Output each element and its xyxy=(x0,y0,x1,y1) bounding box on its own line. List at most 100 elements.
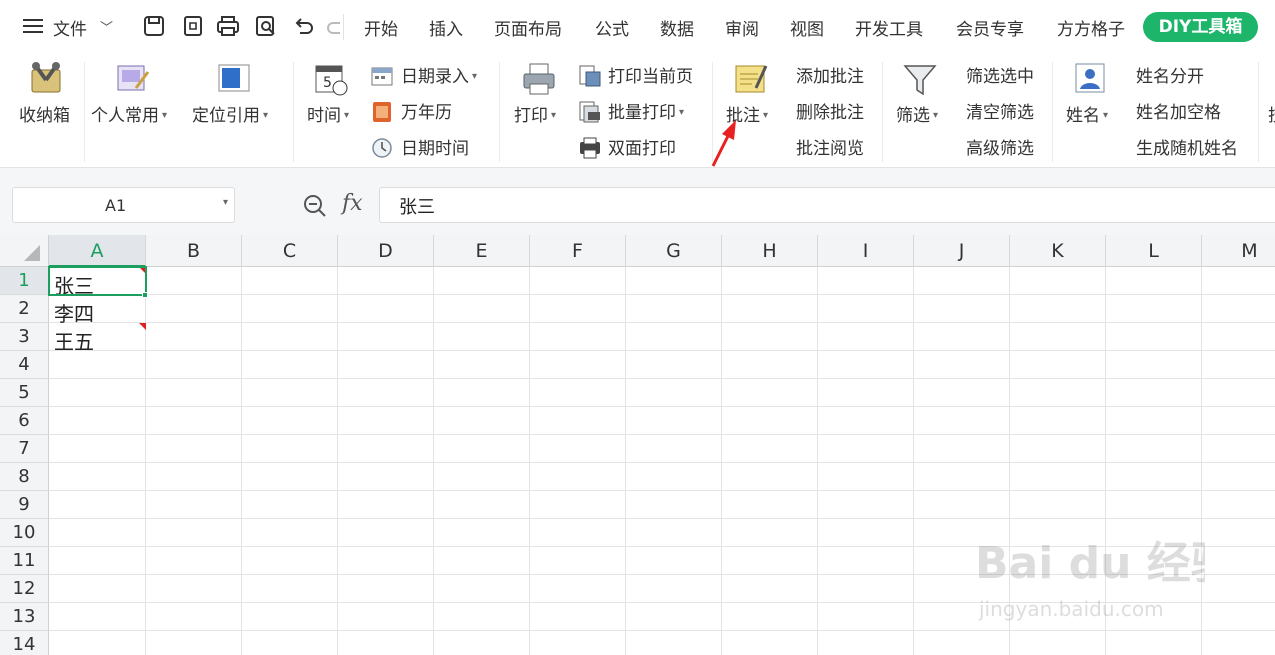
random-name-button[interactable]: 生成随机姓名 xyxy=(1136,138,1238,160)
dropdown-arrow-icon: ▾ xyxy=(472,71,478,82)
duplex-print-icon xyxy=(578,136,602,164)
row-header-8[interactable]: 8 xyxy=(0,463,49,491)
select-all-corner[interactable] xyxy=(0,235,49,267)
formula-input[interactable]: 张三 xyxy=(379,187,1275,223)
tab-developer[interactable]: 开发工具 xyxy=(855,15,923,40)
baidu-watermark: Bai du 经验 jingyan.baidu.com xyxy=(975,518,1235,632)
tab-review[interactable]: 审阅 xyxy=(725,15,759,40)
date-time-button[interactable]: 日期时间 xyxy=(401,138,469,160)
overflow-ribbon-item[interactable]: 技 xyxy=(1268,105,1275,127)
row-header-10[interactable]: 10 xyxy=(0,519,49,547)
tab-home[interactable]: 开始 xyxy=(364,15,398,40)
filter-selected-button[interactable]: 筛选选中 xyxy=(966,66,1034,88)
gridline xyxy=(241,267,242,655)
redo-icon[interactable] xyxy=(326,12,340,40)
row-header-11[interactable]: 11 xyxy=(0,547,49,575)
time-label: 时间 xyxy=(307,106,341,126)
fx-icon[interactable]: fx xyxy=(342,191,363,216)
ribbon: 收纳箱 个人常用 ▾ 定位引用 ▾ 5 时间 ▾ 日期录入 ▾ 万年历 日期时间 打印 ▾… xyxy=(0,56,1275,168)
name-add-space-button[interactable]: 姓名加空格 xyxy=(1136,102,1221,124)
advanced-filter-button[interactable]: 高级筛选 xyxy=(966,138,1034,160)
filter-button[interactable]: 筛选 ▾ xyxy=(896,105,938,127)
time-button[interactable]: 时间 ▾ xyxy=(307,105,349,127)
row-header-12[interactable]: 12 xyxy=(0,575,49,603)
column-header-L[interactable]: L xyxy=(1106,235,1202,267)
save-icon[interactable] xyxy=(141,12,167,40)
row-header-7[interactable]: 7 xyxy=(0,435,49,463)
print-current-page-button[interactable]: 打印当前页 xyxy=(608,66,693,88)
tab-data[interactable]: 数据 xyxy=(660,15,694,40)
row-header-9[interactable]: 9 xyxy=(0,491,49,519)
separator xyxy=(1052,62,1053,162)
column-header-F[interactable]: F xyxy=(530,235,626,267)
calendar-time-icon: 5 xyxy=(314,62,348,100)
zoom-icon[interactable] xyxy=(302,193,328,223)
column-header-I[interactable]: I xyxy=(818,235,914,267)
row-header-14[interactable]: 14 xyxy=(0,631,49,655)
tab-fangfang[interactable]: 方方格子 xyxy=(1057,15,1125,40)
row-header-13[interactable]: 13 xyxy=(0,603,49,631)
view-comments-button[interactable]: 批注阅览 xyxy=(796,138,864,160)
column-header-J[interactable]: J xyxy=(914,235,1010,267)
batch-print-button[interactable]: 批量打印 ▾ xyxy=(608,102,684,124)
personal-common-icon xyxy=(116,62,150,98)
dropdown-arrow-icon: ▾ xyxy=(162,110,168,121)
delete-comment-button[interactable]: 删除批注 xyxy=(796,102,864,124)
toolbox-button[interactable]: 收纳箱 xyxy=(19,105,70,127)
column-header-E[interactable]: E xyxy=(434,235,530,267)
tab-member[interactable]: 会员专享 xyxy=(956,15,1024,40)
row-header-1[interactable]: 1 xyxy=(0,267,49,295)
locate-reference-icon xyxy=(218,64,250,98)
personal-common-button[interactable]: 个人常用 ▾ xyxy=(91,105,167,127)
tab-page-layout[interactable]: 页面布局 xyxy=(494,15,562,40)
undo-icon[interactable] xyxy=(290,12,316,40)
fill-handle[interactable] xyxy=(142,292,148,298)
column-header-M[interactable]: M xyxy=(1202,235,1275,267)
column-header-G[interactable]: G xyxy=(626,235,722,267)
name-box-dropdown-icon[interactable]: ▾ xyxy=(223,197,228,208)
clear-filter-button[interactable]: 清空筛选 xyxy=(966,102,1034,124)
duplex-print-button[interactable]: 双面打印 xyxy=(608,138,676,160)
column-header-B[interactable]: B xyxy=(146,235,242,267)
column-header-A[interactable]: A xyxy=(49,235,146,267)
print-preview-icon[interactable] xyxy=(253,12,279,40)
column-header-C[interactable]: C xyxy=(242,235,338,267)
row-header-5[interactable]: 5 xyxy=(0,379,49,407)
locate-reference-label: 定位引用 xyxy=(192,106,260,126)
name-box[interactable]: A1 ▾ xyxy=(12,187,235,223)
person-name-icon xyxy=(1074,62,1106,98)
file-dropdown-icon[interactable]: ﹀ xyxy=(100,17,113,36)
red-arrow-annotation xyxy=(711,120,736,167)
row-header-2[interactable]: 2 xyxy=(0,295,49,323)
date-entry-button[interactable]: 日期录入 ▾ xyxy=(401,66,477,88)
menu-icon[interactable] xyxy=(22,12,46,40)
perpetual-calendar-button[interactable]: 万年历 xyxy=(401,102,452,124)
row-header-3[interactable]: 3 xyxy=(0,323,49,351)
personal-common-label: 个人常用 xyxy=(91,106,159,126)
tab-diy-toolbox[interactable]: DIY工具箱 xyxy=(1143,12,1258,42)
batch-print-label: 批量打印 xyxy=(608,103,676,123)
split-name-button[interactable]: 姓名分开 xyxy=(1136,66,1204,88)
date-entry-label: 日期录入 xyxy=(401,67,469,87)
column-header-D[interactable]: D xyxy=(338,235,434,267)
gridline xyxy=(49,490,1275,491)
tab-insert[interactable]: 插入 xyxy=(429,15,463,40)
name-button[interactable]: 姓名 ▾ xyxy=(1066,105,1108,127)
add-comment-button[interactable]: 添加批注 xyxy=(796,66,864,88)
print-current-page-icon xyxy=(578,64,602,92)
cell-A2[interactable]: 李四 xyxy=(54,298,94,327)
gridline xyxy=(49,350,1275,351)
column-header-H[interactable]: H xyxy=(722,235,818,267)
row-header-4[interactable]: 4 xyxy=(0,351,49,379)
cell-A3[interactable]: 王五 xyxy=(54,326,94,355)
export-pdf-icon[interactable] xyxy=(180,12,206,40)
tab-formulas[interactable]: 公式 xyxy=(595,15,629,40)
tab-view[interactable]: 视图 xyxy=(790,15,824,40)
print-button[interactable]: 打印 ▾ xyxy=(514,105,556,127)
row-header-6[interactable]: 6 xyxy=(0,407,49,435)
locate-reference-button[interactable]: 定位引用 ▾ xyxy=(192,105,268,127)
column-header-K[interactable]: K xyxy=(1010,235,1106,267)
file-menu[interactable]: 文件 xyxy=(53,15,87,40)
print-icon[interactable] xyxy=(215,12,241,40)
comment-notepad-icon xyxy=(734,62,768,98)
